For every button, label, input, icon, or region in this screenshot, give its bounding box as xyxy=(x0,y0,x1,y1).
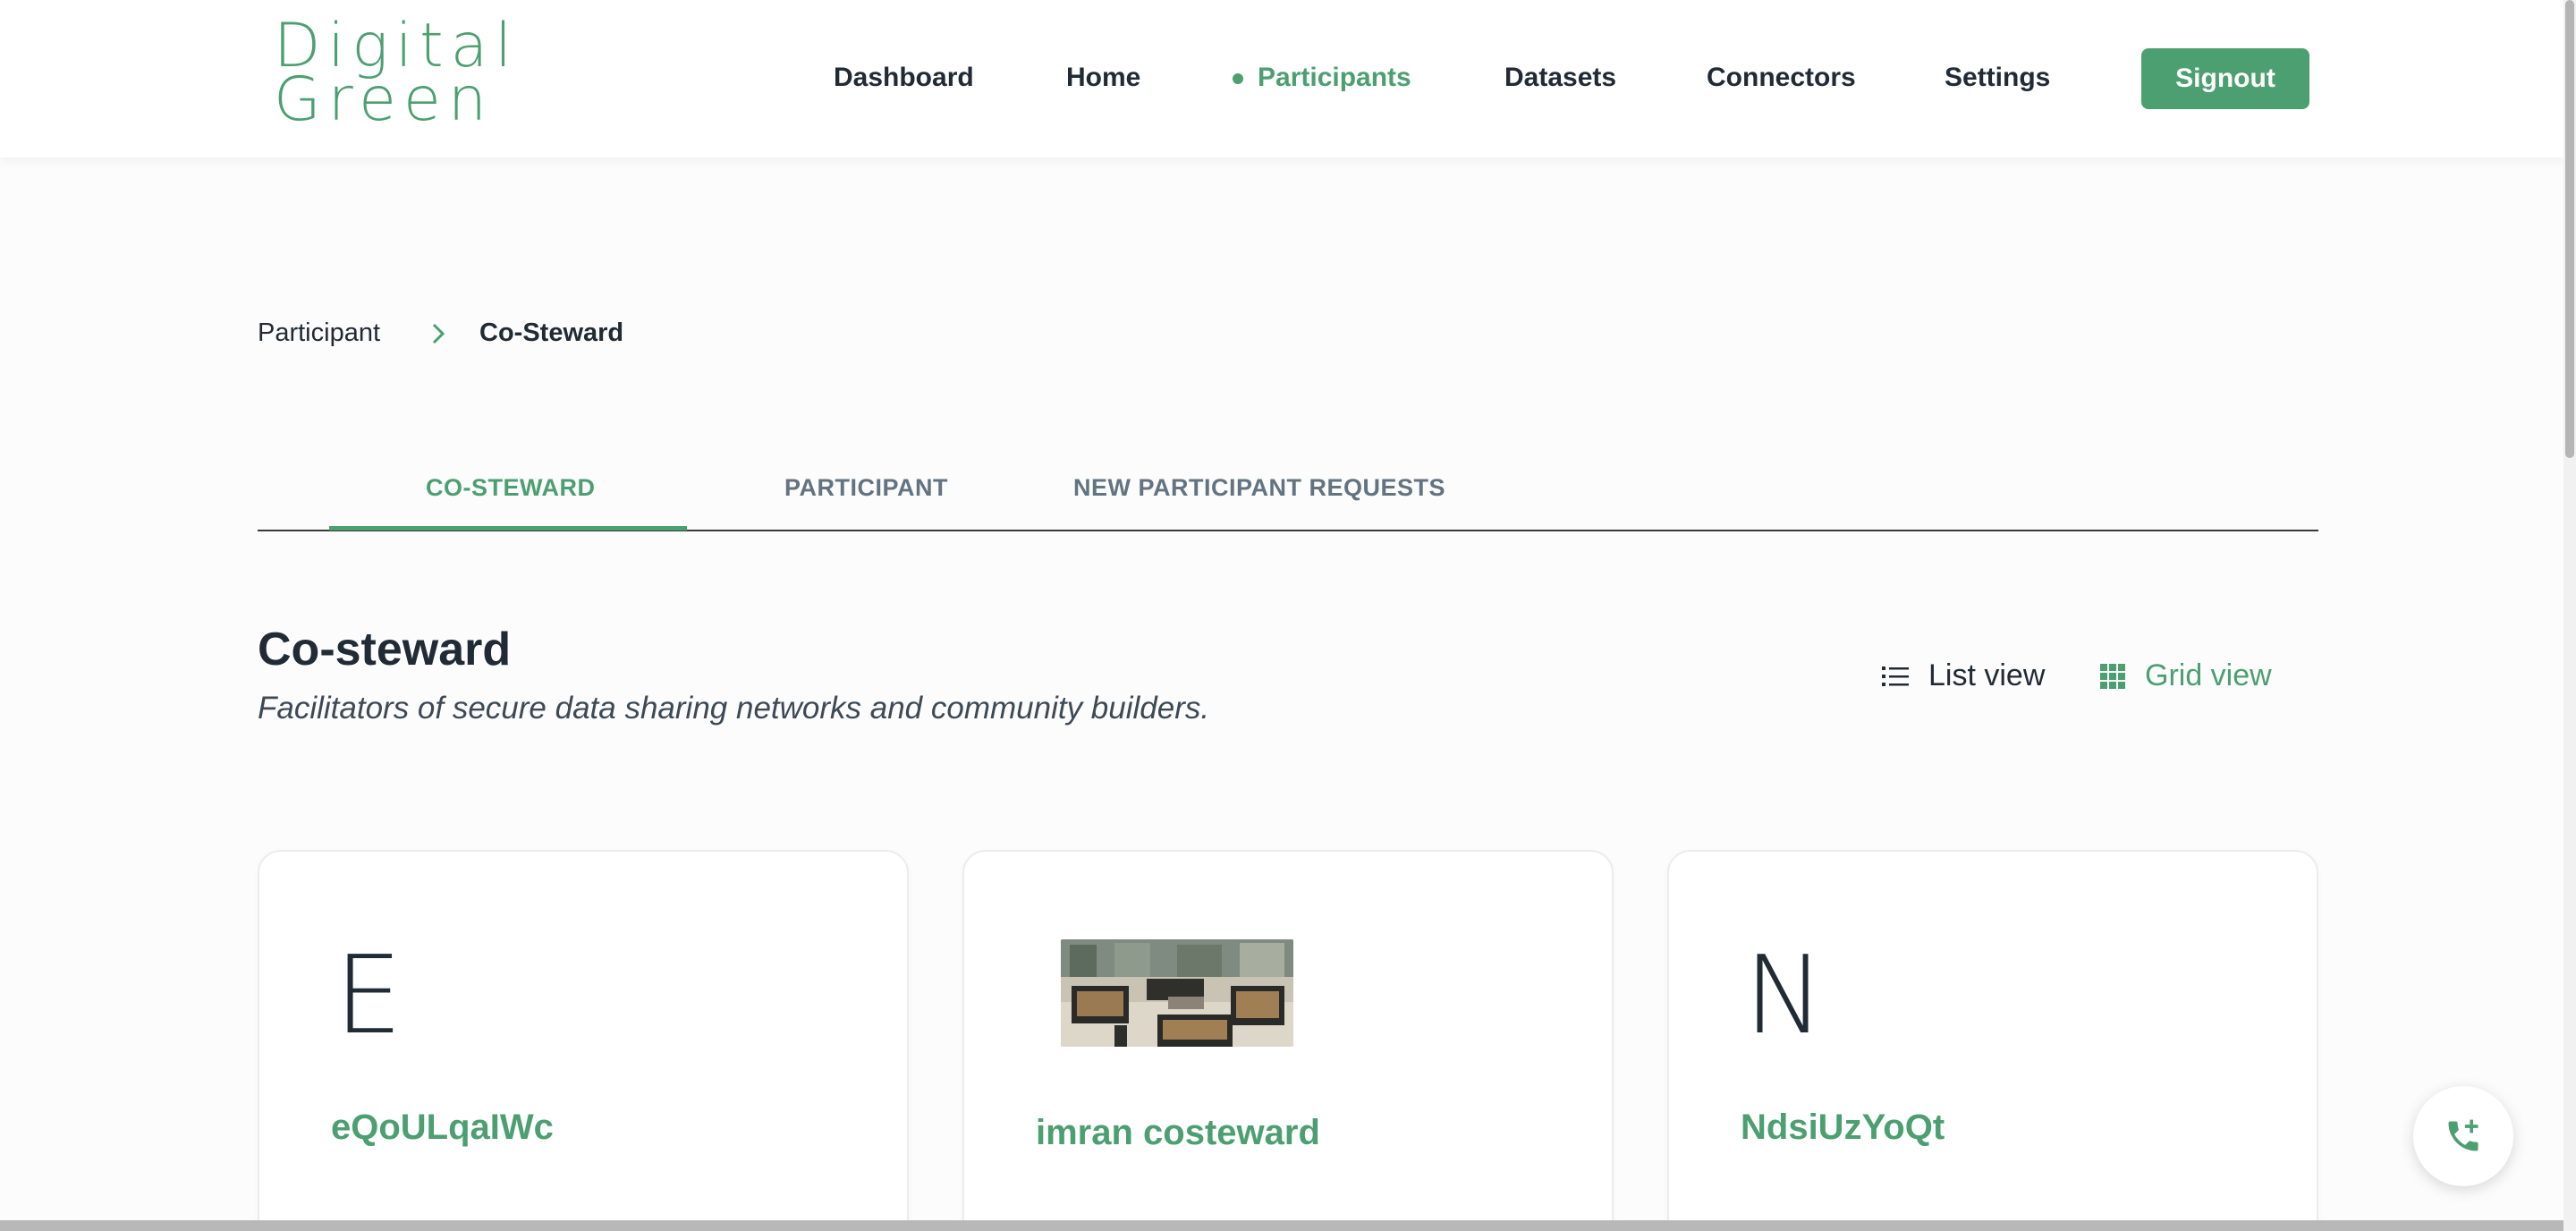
nav-settings[interactable]: Settings xyxy=(1945,63,2050,93)
breadcrumb: Participant Co-Steward xyxy=(258,318,623,348)
avatar-letter: E xyxy=(335,934,402,1058)
section-subtitle: Facilitators of secure data sharing netw… xyxy=(258,691,1210,726)
co-steward-card[interactable]: imran costeward xyxy=(962,850,1614,1231)
list-icon xyxy=(1882,666,1909,686)
chevron-right-icon xyxy=(429,320,447,353)
nav-dashboard[interactable]: Dashboard xyxy=(834,63,974,93)
phone-plus-icon xyxy=(2448,1119,2479,1151)
co-steward-card[interactable]: E eQoULqaIWc xyxy=(258,850,909,1231)
card-name[interactable]: NdsiUzYoQt xyxy=(1741,1108,1945,1148)
active-nav-dot xyxy=(1233,73,1243,84)
participant-tabs: CO-STEWARD PARTICIPANT NEW PARTICIPANT R… xyxy=(258,447,2318,531)
tab-co-steward[interactable]: CO-STEWARD xyxy=(426,474,596,502)
section-title: Co-steward xyxy=(258,624,512,675)
horizontal-scrollbar[interactable] xyxy=(0,1220,2563,1231)
avatar-letter: N xyxy=(1744,934,1825,1058)
top-header: Digital Green Dashboard Home Participant… xyxy=(0,0,2563,157)
nav-connectors[interactable]: Connectors xyxy=(1707,63,1856,93)
grid-icon xyxy=(2100,663,2125,689)
grid-view-label: Grid view xyxy=(2145,658,2272,692)
active-tab-indicator xyxy=(329,526,687,531)
card-name[interactable]: eQoULqaIWc xyxy=(331,1108,554,1148)
co-steward-card[interactable]: N NdsiUzYoQt xyxy=(1667,850,2318,1231)
nav-home[interactable]: Home xyxy=(1066,63,1140,93)
card-name[interactable]: imran costeward xyxy=(1036,1113,1320,1153)
vertical-scrollbar-thumb[interactable] xyxy=(2565,0,2574,458)
list-view-label: List view xyxy=(1928,658,2046,692)
tab-new-participant-requests[interactable]: NEW PARTICIPANT REQUESTS xyxy=(1073,474,1445,502)
tab-participant[interactable]: PARTICIPANT xyxy=(784,474,948,502)
contact-call-button[interactable] xyxy=(2413,1086,2513,1186)
grid-view-button[interactable]: Grid view xyxy=(2100,658,2272,693)
nav-participants[interactable]: Participants xyxy=(1258,63,1411,93)
list-view-button[interactable]: List view xyxy=(1882,658,2045,693)
digital-green-logo[interactable]: Digital Green xyxy=(274,16,551,136)
breadcrumb-participant[interactable]: Participant xyxy=(258,318,380,348)
signout-button[interactable]: Signout xyxy=(2141,48,2309,109)
organization-logo-image xyxy=(1061,939,1293,1047)
breadcrumb-current: Co-Steward xyxy=(479,318,624,347)
nav-datasets[interactable]: Datasets xyxy=(1504,63,1616,93)
